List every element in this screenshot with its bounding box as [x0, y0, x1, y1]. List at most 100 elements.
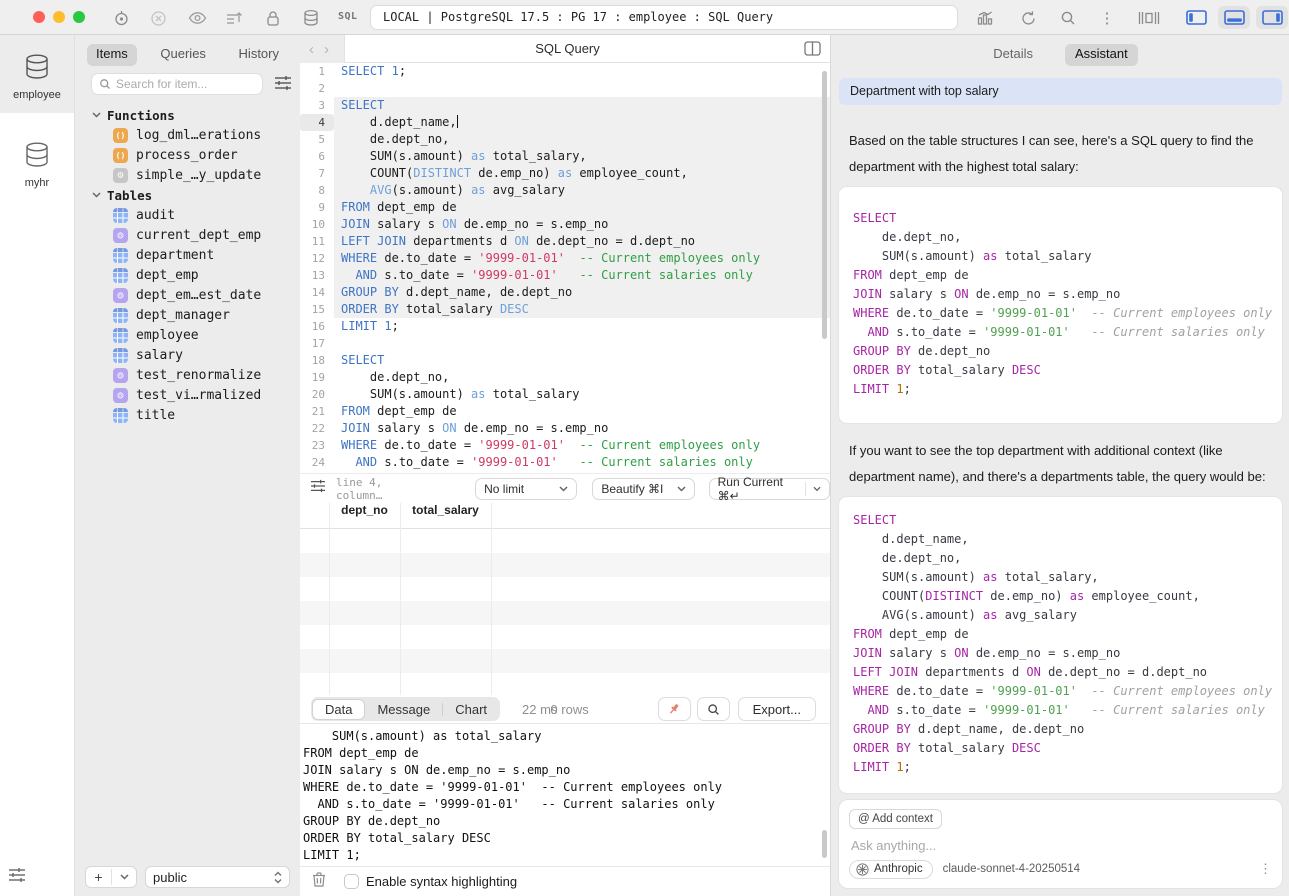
run-current-button[interactable]: Run Current ⌘↵ [709, 478, 830, 500]
sidebar-function-item[interactable]: ()log_dml…erations [75, 125, 300, 145]
tab-chart[interactable]: Chart [443, 700, 499, 719]
tab-details[interactable]: Details [983, 44, 1043, 66]
editor-line[interactable]: 21FROM dept_emp de [300, 403, 830, 420]
sidebar-table-item[interactable]: department [75, 245, 300, 265]
eye-icon[interactable] [186, 7, 208, 29]
search-icon[interactable] [1057, 7, 1079, 29]
assistant-code-block-2[interactable]: SELECT d.dept_name, de.dept_no, SUM(s.am… [839, 497, 1282, 793]
connection-item-myhr[interactable]: myhr [0, 113, 74, 213]
forward-button[interactable]: › [324, 41, 329, 58]
sidebar-table-item[interactable]: ◎test_renormalize [75, 365, 300, 385]
connection-title[interactable]: LOCAL | PostgreSQL 17.5 : PG 17 : employ… [370, 5, 958, 30]
editor-line[interactable]: 3SELECT [300, 97, 830, 114]
trash-icon[interactable] [312, 871, 326, 892]
sidebar-table-item[interactable]: dept_emp [75, 265, 300, 285]
tables-group-header[interactable]: Tables [75, 185, 300, 205]
sidebar-table-item[interactable]: ◎dept_em…est_date [75, 285, 300, 305]
editor-settings-icon[interactable] [310, 479, 326, 498]
target-icon[interactable] [110, 7, 132, 29]
toggle-left-panel[interactable] [1180, 6, 1212, 29]
add-item-button[interactable]: + [85, 866, 137, 888]
editor-line[interactable]: 22JOIN salary s ON de.emp_no = s.emp_no [300, 420, 830, 437]
toggle-right-panel[interactable] [1256, 6, 1288, 29]
zoom-window-button[interactable] [73, 11, 85, 23]
connection-item-employee[interactable]: employee [0, 35, 74, 113]
editor-line[interactable]: 15ORDER BY total_salary DESC [300, 301, 830, 318]
add-item-dropdown[interactable] [112, 874, 136, 880]
editor-line[interactable]: 13 AND s.to_date = '9999-01-01' -- Curre… [300, 267, 830, 284]
editor-line[interactable]: 2 [300, 80, 830, 97]
editor-line[interactable]: 19 de.dept_no, [300, 369, 830, 386]
column-header-dept-no[interactable]: dept_no [329, 503, 400, 517]
editor-line[interactable]: 24 AND s.to_date = '9999-01-01' -- Curre… [300, 454, 830, 471]
raw-sql-scrollbar[interactable] [822, 830, 827, 858]
pin-button[interactable] [658, 697, 691, 721]
tab-data[interactable]: Data [312, 699, 365, 720]
sidebar-search[interactable] [91, 73, 263, 95]
sidebar-table-item[interactable]: title [75, 405, 300, 425]
editor-line[interactable]: 18SELECT [300, 352, 830, 369]
editor-line[interactable]: 6 SUM(s.amount) as total_salary, [300, 148, 830, 165]
sidebar-function-item[interactable]: ()process_order [75, 145, 300, 165]
database-icon[interactable] [300, 7, 322, 29]
cancel-circle-icon[interactable] [147, 7, 169, 29]
editor-line[interactable]: 9FROM dept_emp de [300, 199, 830, 216]
export-list-icon[interactable] [223, 7, 245, 29]
sidebar-filter-icon[interactable] [274, 75, 292, 96]
tab-queries[interactable]: Queries [151, 44, 215, 66]
minimize-window-button[interactable] [53, 11, 65, 23]
limit-dropdown[interactable]: No limit [475, 478, 577, 500]
tab-history[interactable]: History [230, 44, 288, 66]
editor-line[interactable]: 16LIMIT 1; [300, 318, 830, 335]
sidebar-table-item[interactable]: ◎current_dept_emp [75, 225, 300, 245]
editor-line[interactable]: 7 COUNT(DISTINCT de.emp_no) as employee_… [300, 165, 830, 182]
editor-line[interactable]: 8 AVG(s.amount) as avg_salary [300, 182, 830, 199]
add-context-button[interactable]: @ Add context [849, 809, 942, 829]
editor-line[interactable]: 12WHERE de.to_date = '9999-01-01' -- Cur… [300, 250, 830, 267]
tab-items[interactable]: Items [87, 44, 137, 66]
column-header-total-salary[interactable]: total_salary [400, 503, 491, 517]
sidebar-table-item[interactable]: dept_manager [75, 305, 300, 325]
tab-message[interactable]: Message [365, 700, 442, 719]
functions-group-header[interactable]: Functions [75, 105, 300, 125]
provider-selector[interactable]: Anthropic [849, 860, 933, 879]
editor-line[interactable]: 17 [300, 335, 830, 352]
search-results-button[interactable] [697, 697, 730, 721]
assistant-more-icon[interactable]: ⋮ [1259, 861, 1272, 877]
lock-icon[interactable] [262, 7, 284, 29]
center-layout-icon[interactable] [1138, 7, 1160, 29]
editor-line[interactable]: 5 de.dept_no, [300, 131, 830, 148]
sql-editor[interactable]: 1SELECT 1;2 3SELECT4 d.dept_name,5 de.de… [300, 63, 830, 473]
sidebar-function-item[interactable]: ⚙simple_…y_update [75, 165, 300, 185]
conversation-title[interactable]: Department with top salary [839, 78, 1282, 105]
toggle-bottom-panel[interactable] [1218, 6, 1250, 29]
syntax-highlighting-checkbox[interactable] [344, 874, 359, 889]
editor-line[interactable]: 14GROUP BY d.dept_name, de.dept_no [300, 284, 830, 301]
ask-input[interactable]: Ask anything... [851, 838, 936, 853]
sidebar-table-item[interactable]: ◎test_vi…rmalized [75, 385, 300, 405]
raw-sql-panel[interactable]: SUM(s.amount) as total_salaryFROM dept_e… [300, 723, 830, 866]
close-window-button[interactable] [33, 11, 45, 23]
search-input[interactable] [116, 77, 246, 91]
editor-line[interactable]: 4 d.dept_name, [300, 114, 830, 131]
editor-line[interactable]: 11LEFT JOIN departments d ON de.dept_no … [300, 233, 830, 250]
refresh-icon[interactable] [1017, 7, 1039, 29]
sidebar-table-item[interactable]: audit [75, 205, 300, 225]
chart-icon[interactable] [974, 7, 996, 29]
editor-tab-title[interactable]: SQL Query [345, 35, 790, 63]
sidebar-table-item[interactable]: employee [75, 325, 300, 345]
export-button[interactable]: Export... [738, 697, 816, 721]
editor-scrollbar[interactable] [822, 71, 827, 339]
editor-line[interactable]: 10JOIN salary s ON de.emp_no = s.emp_no [300, 216, 830, 233]
schema-select[interactable]: public [145, 866, 290, 888]
editor-line[interactable]: 20 SUM(s.amount) as total_salary [300, 386, 830, 403]
back-button[interactable]: ‹ [309, 41, 314, 58]
beautify-button[interactable]: Beautify ⌘I [592, 478, 694, 500]
editor-line[interactable]: 1SELECT 1; [300, 63, 830, 80]
more-icon[interactable]: ⋮ [1096, 7, 1118, 29]
rail-filter-icon[interactable] [8, 867, 26, 888]
tab-assistant[interactable]: Assistant [1065, 44, 1138, 66]
sidebar-table-item[interactable]: salary [75, 345, 300, 365]
editor-line[interactable]: 23WHERE de.to_date = '9999-01-01' -- Cur… [300, 437, 830, 454]
split-editor-icon[interactable] [804, 41, 821, 61]
